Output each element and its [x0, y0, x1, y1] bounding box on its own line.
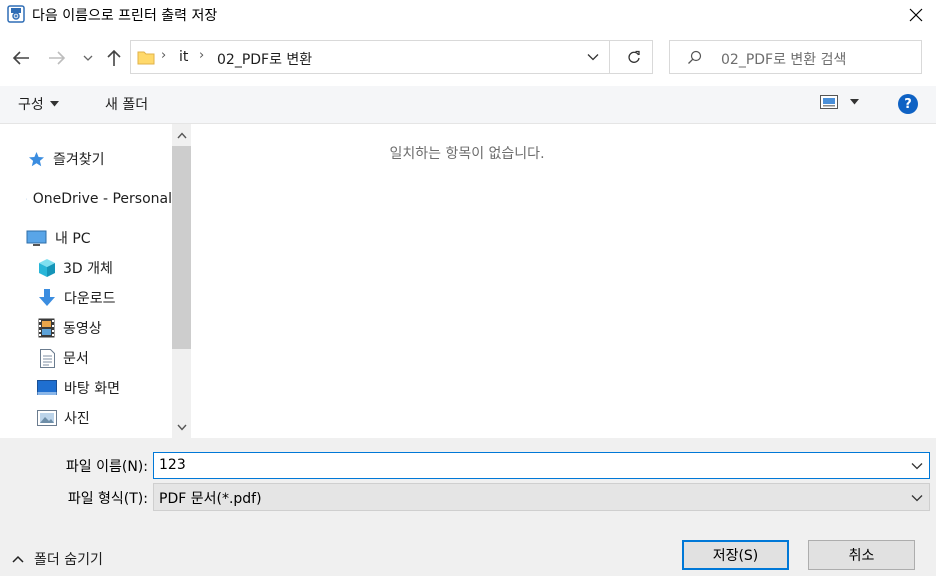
hide-folders-toggle[interactable]: 폴더 숨기기 — [12, 549, 103, 569]
recent-locations-button[interactable] — [78, 47, 98, 69]
scroll-down-button[interactable] — [172, 417, 191, 437]
new-folder-button[interactable]: 새 폴더 — [105, 94, 148, 114]
window-title: 다음 이름으로 프린터 출력 저장 — [32, 8, 218, 24]
sidebar-item-label: 바탕 화면 — [64, 381, 120, 397]
view-layout-icon — [820, 95, 838, 109]
picture-icon — [37, 410, 57, 426]
sidebar-item-label: 3D 개체 — [63, 261, 113, 277]
organize-menu-button[interactable]: 구성 — [18, 94, 59, 114]
arrow-right-icon — [49, 51, 66, 65]
chevron-down-icon — [587, 54, 599, 61]
computer-icon — [26, 230, 47, 246]
filetype-label: 파일 형식(T): — [67, 491, 148, 507]
organize-label: 구성 — [18, 97, 44, 113]
up-button[interactable] — [101, 45, 127, 71]
help-button[interactable]: ? — [898, 94, 918, 114]
filetype-value: PDF 문서(*.pdf) — [159, 491, 262, 507]
view-options-button[interactable] — [820, 95, 859, 109]
save-button[interactable]: 저장(S) — [682, 540, 789, 570]
breadcrumb-separator: › — [199, 48, 205, 63]
help-icon: ? — [904, 96, 912, 112]
chevron-up-icon — [12, 555, 24, 563]
address-divider — [609, 41, 610, 73]
sidebar-item-3d-objects[interactable]: 3D 개체 — [37, 255, 113, 281]
chevron-down-icon[interactable] — [911, 462, 923, 470]
sidebar-item-label: 다운로드 — [64, 291, 116, 307]
chevron-down-icon — [176, 424, 187, 431]
scrollbar-thumb[interactable] — [172, 146, 191, 349]
sidebar-item-label: 문서 — [63, 351, 89, 367]
address-history-dropdown[interactable] — [581, 45, 605, 69]
empty-folder-message: 일치하는 항목이 없습니다. — [389, 146, 545, 162]
search-icon — [688, 50, 702, 64]
sidebar-item-downloads[interactable]: 다운로드 — [38, 285, 116, 311]
close-icon — [909, 8, 923, 22]
filename-label: 파일 이름(N): — [65, 459, 148, 475]
cube-3d-icon — [39, 259, 55, 277]
sidebar-item-onedrive[interactable]: OneDrive - Personal — [26, 186, 172, 212]
triangle-down-icon — [850, 99, 859, 105]
address-bar[interactable]: › it › 02_PDF로 변환 — [130, 40, 653, 74]
hide-folders-label: 폴더 숨기기 — [34, 552, 103, 568]
filename-value: 123 — [159, 457, 186, 473]
sidebar-item-label: 내 PC — [55, 231, 91, 247]
breadcrumb-item-it[interactable]: it — [179, 49, 188, 65]
arrow-left-icon — [12, 51, 29, 65]
breadcrumb-item-current[interactable]: 02_PDF로 변환 — [217, 49, 312, 69]
chevron-up-icon — [176, 131, 187, 138]
sidebar-item-label: OneDrive - Personal — [32, 191, 172, 207]
chevron-down-icon — [911, 495, 923, 502]
sidebar-item-label: 사진 — [64, 411, 90, 427]
film-icon — [38, 318, 55, 338]
arrow-up-icon — [107, 49, 121, 66]
printer-save-app-icon — [7, 5, 25, 23]
triangle-down-icon — [49, 101, 59, 107]
back-button[interactable] — [8, 45, 34, 71]
sidebar-item-label: 동영상 — [63, 321, 102, 337]
search-box[interactable]: 02_PDF로 변환 검색 — [669, 40, 922, 74]
sidebar-item-documents[interactable]: 문서 — [40, 345, 89, 371]
file-list-area[interactable] — [192, 124, 936, 438]
cancel-button[interactable]: 취소 — [808, 540, 915, 570]
document-icon — [40, 348, 55, 368]
forward-button[interactable] — [44, 45, 70, 71]
sidebar-item-pictures[interactable]: 사진 — [37, 405, 90, 431]
filetype-select[interactable]: PDF 문서(*.pdf) — [153, 483, 930, 511]
sidebar-item-videos[interactable]: 동영상 — [38, 315, 102, 341]
close-button[interactable] — [896, 0, 936, 30]
navigation-pane: 즐겨찾기 OneDrive - Personal 내 PC 3D 개체 다운로드… — [0, 124, 192, 438]
sidebar-item-desktop[interactable]: 바탕 화면 — [37, 375, 120, 401]
folder-icon — [137, 51, 155, 65]
download-arrow-icon — [39, 289, 55, 306]
desktop-icon — [37, 380, 57, 395]
refresh-button[interactable] — [621, 45, 647, 69]
sidebar-item-favorites[interactable]: 즐겨찾기 — [28, 146, 105, 172]
sidebar-item-this-pc[interactable]: 내 PC — [26, 225, 91, 251]
refresh-icon — [628, 50, 640, 63]
sidebar-item-label: 즐겨찾기 — [53, 152, 105, 168]
filename-input[interactable]: 123 — [153, 452, 930, 479]
search-placeholder: 02_PDF로 변환 검색 — [721, 52, 847, 68]
chevron-down-icon — [83, 55, 93, 61]
star-icon — [29, 151, 44, 166]
breadcrumb-separator: › — [161, 48, 167, 63]
onedrive-cloud-icon — [26, 198, 27, 200]
scroll-up-button[interactable] — [172, 125, 191, 145]
